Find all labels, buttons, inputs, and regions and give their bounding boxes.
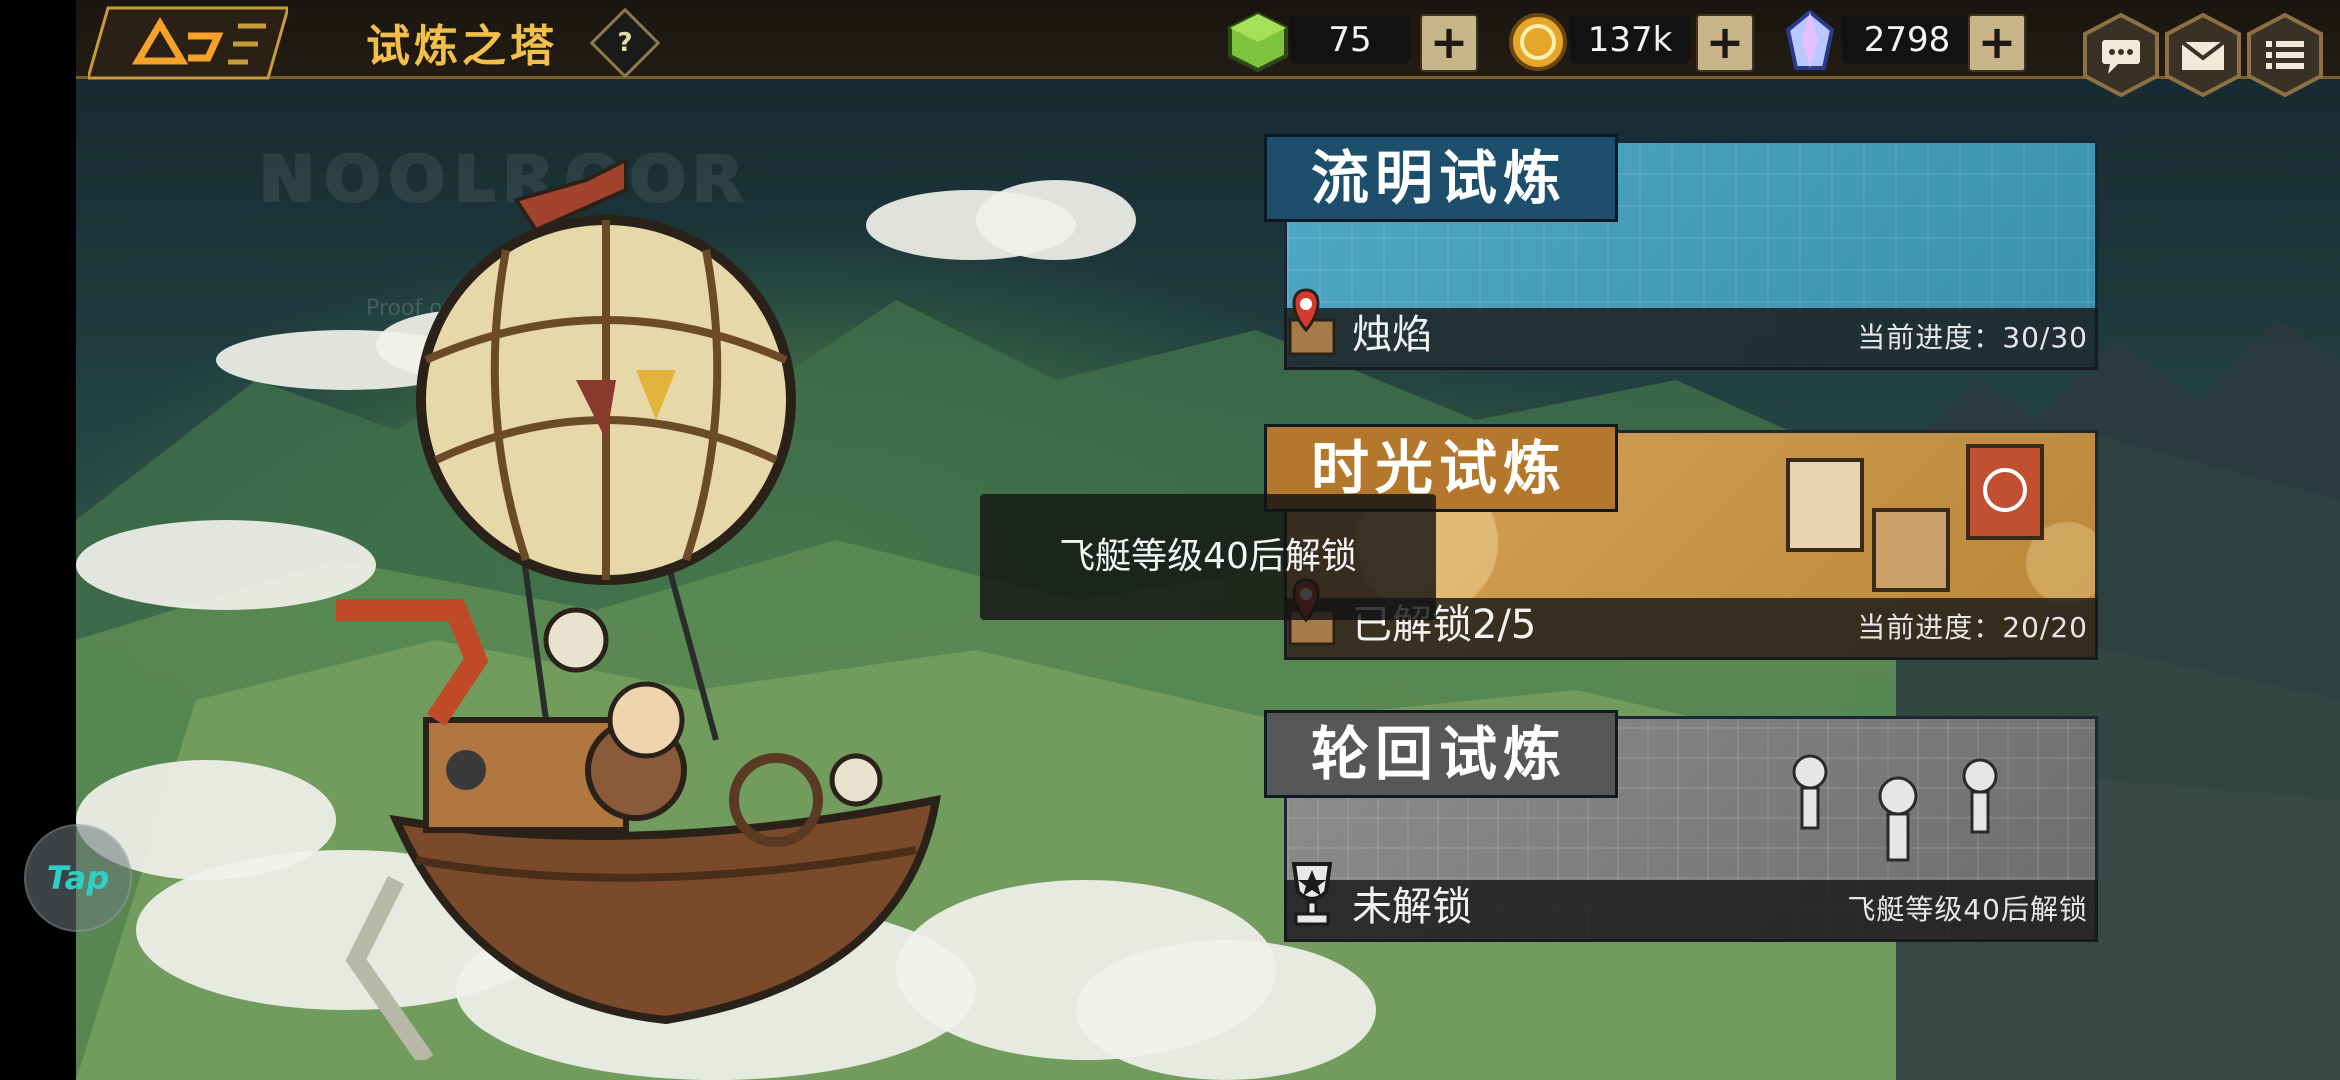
question-mark-icon: ? [617, 28, 633, 58]
trial-card-cycle[interactable]: 轮回试炼 未解锁 飞艇等级40后解锁 [1264, 710, 2098, 942]
portrait-frames [1786, 444, 2044, 592]
add-gold-button[interactable]: + [1696, 14, 1754, 72]
stamina-count: 75 [1290, 16, 1410, 64]
gold-coin-icon [1509, 13, 1567, 71]
trial-progress: 当前进度：20/20 [1857, 611, 2088, 644]
crystal-gem-icon [1785, 10, 1835, 70]
trial-subtitle: 未解锁 [1352, 884, 1472, 930]
add-stamina-button[interactable]: + [1420, 14, 1478, 72]
podium-trophies [1792, 754, 1998, 862]
airship-illustration [336, 160, 941, 1060]
map-pin-icon [1288, 288, 1336, 356]
trial-card-lumen[interactable]: 流明试炼 烛焰 当前进度：30/30 [1264, 134, 2098, 370]
game-logo-icon[interactable] [88, 6, 288, 80]
green-cube-icon [1228, 11, 1288, 73]
cloud [1076, 940, 1376, 1080]
trial-unlock-hint: 飞艇等级40后解锁 [1847, 893, 2088, 926]
menu-icon[interactable] [2246, 12, 2324, 98]
crystal-resource: 2798 + [1778, 10, 2028, 72]
mail-icon[interactable] [2164, 12, 2242, 98]
trial-subtitle: 烛焰 [1352, 312, 1432, 358]
cloud [76, 520, 376, 610]
trial-title: 轮回试炼 [1264, 710, 1619, 798]
chat-icon[interactable] [2082, 12, 2160, 98]
stamina-resource: 75 + [1226, 10, 1478, 73]
page-title: 试炼之塔 [366, 21, 558, 72]
gold-count: 137k [1570, 16, 1690, 64]
crystal-count: 2798 [1842, 16, 1972, 64]
trial-title: 流明试炼 [1264, 134, 1619, 222]
add-crystal-button[interactable]: + [1968, 14, 2026, 72]
trophy-icon [1291, 862, 1333, 926]
unlock-toast: 飞艇等级40后解锁 [980, 494, 1436, 620]
gold-resource: 137k + [1506, 10, 1756, 72]
trial-progress: 当前进度：30/30 [1857, 321, 2088, 354]
tap-floating-button[interactable]: Tap [24, 824, 132, 932]
